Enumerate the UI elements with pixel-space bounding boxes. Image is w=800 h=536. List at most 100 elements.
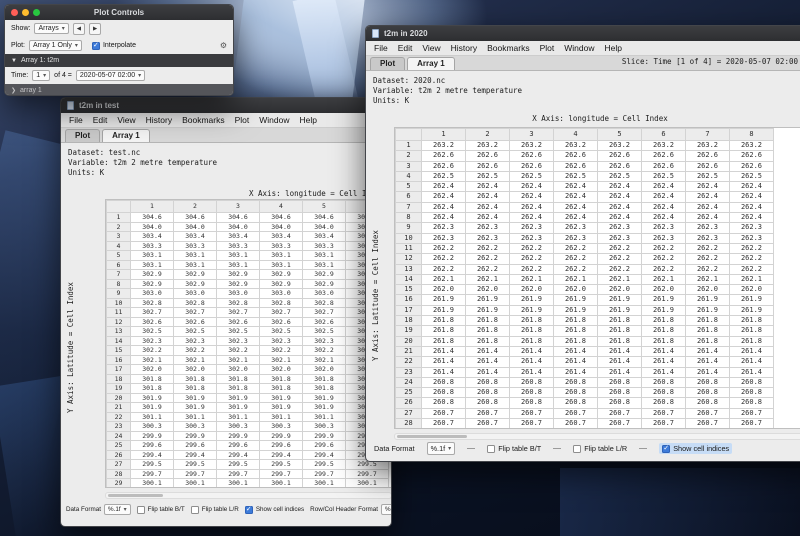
row-header[interactable]: 8	[107, 279, 131, 289]
cell[interactable]: 304.6	[260, 213, 303, 223]
row-header[interactable]: 6	[396, 192, 422, 202]
cell[interactable]: 262.4	[554, 213, 598, 223]
cell[interactable]: 261.8	[598, 336, 642, 346]
column-header[interactable]: 6	[642, 129, 686, 141]
cell[interactable]: 299.6	[217, 441, 260, 451]
row-header[interactable]: 14	[107, 336, 131, 346]
checkbox-unchecked[interactable]	[487, 445, 495, 453]
cell[interactable]: 261.9	[598, 295, 642, 305]
cell[interactable]: 302.7	[260, 308, 303, 318]
row-header[interactable]: 3	[107, 232, 131, 242]
cell[interactable]: 303.1	[303, 251, 346, 261]
cell[interactable]: 262.4	[510, 213, 554, 223]
cell[interactable]: 260.8	[554, 398, 598, 408]
cell[interactable]: 262.2	[466, 243, 510, 253]
cell[interactable]: 301.8	[131, 374, 174, 384]
cell[interactable]: 262.2	[598, 243, 642, 253]
cell[interactable]: 260.8	[686, 398, 730, 408]
row-header[interactable]: 21	[107, 403, 131, 413]
cell[interactable]: 261.4	[466, 357, 510, 367]
cell[interactable]: 303.1	[174, 260, 217, 270]
cell[interactable]: 301.8	[260, 374, 303, 384]
cell[interactable]: 261.9	[510, 305, 554, 315]
cell[interactable]: 302.6	[217, 317, 260, 327]
row-header[interactable]: 3	[396, 161, 422, 171]
cell[interactable]: 261.9	[422, 305, 466, 315]
cell[interactable]: 303.4	[174, 232, 217, 242]
row-header[interactable]: 9	[396, 223, 422, 233]
cell[interactable]: 262.2	[554, 243, 598, 253]
cell[interactable]: 261.8	[730, 326, 774, 336]
cell[interactable]: 301.8	[174, 384, 217, 394]
cell[interactable]: 260.8	[466, 398, 510, 408]
cell[interactable]: 303.3	[260, 241, 303, 251]
cell[interactable]: 301.9	[131, 393, 174, 403]
cell[interactable]: 262.2	[686, 264, 730, 274]
checkbox-checked[interactable]: ✓	[92, 42, 100, 50]
cell[interactable]: 302.1	[303, 355, 346, 365]
cell[interactable]: 262.4	[466, 192, 510, 202]
cell[interactable]: 303.1	[131, 251, 174, 261]
column-header[interactable]: 3	[510, 129, 554, 141]
cell[interactable]: 261.8	[642, 316, 686, 326]
cell[interactable]: 263.2	[554, 141, 598, 151]
cell[interactable]: 299.4	[260, 450, 303, 460]
cell[interactable]: 262.6	[554, 151, 598, 161]
cell[interactable]: 262.1	[598, 274, 642, 284]
cell[interactable]: 262.2	[510, 264, 554, 274]
cell[interactable]: 301.8	[174, 374, 217, 384]
cell[interactable]: 262.4	[598, 213, 642, 223]
cell[interactable]: 262.1	[730, 274, 774, 284]
cell[interactable]: 300.1	[260, 479, 303, 489]
cell[interactable]: 304.0	[131, 222, 174, 232]
cell[interactable]: 303.1	[174, 251, 217, 261]
cell[interactable]: 262.6	[642, 151, 686, 161]
cell[interactable]: 300.3	[260, 422, 303, 432]
row-header[interactable]: 4	[396, 171, 422, 181]
cell[interactable]: 303.4	[303, 232, 346, 242]
cell[interactable]: 261.8	[510, 316, 554, 326]
cell[interactable]: 261.9	[422, 295, 466, 305]
cell[interactable]: 302.6	[303, 317, 346, 327]
show-cell-indices-checkbox[interactable]: ✓ Show cell indices	[659, 443, 732, 454]
tab-plot[interactable]: Plot	[370, 57, 405, 70]
cell[interactable]: 301.1	[131, 412, 174, 422]
cell[interactable]: 303.1	[217, 260, 260, 270]
cell[interactable]: 303.3	[303, 241, 346, 251]
cell[interactable]: 262.3	[510, 223, 554, 233]
cell[interactable]: 303.3	[174, 241, 217, 251]
cell[interactable]: 260.7	[642, 419, 686, 429]
row-header[interactable]: 19	[107, 384, 131, 394]
cell[interactable]: 299.6	[303, 441, 346, 451]
row-header[interactable]: 7	[107, 270, 131, 280]
cell[interactable]: 302.1	[217, 355, 260, 365]
cell[interactable]: 262.4	[642, 192, 686, 202]
cell[interactable]: 262.6	[642, 161, 686, 171]
tab-array-1[interactable]: Array 1	[102, 129, 150, 142]
cell[interactable]: 302.5	[174, 327, 217, 337]
cell[interactable]: 261.9	[686, 305, 730, 315]
cell[interactable]: 260.8	[422, 377, 466, 387]
cell[interactable]: 303.1	[260, 251, 303, 261]
cell[interactable]: 262.4	[598, 202, 642, 212]
cell[interactable]: 261.8	[466, 316, 510, 326]
tab-array-1[interactable]: Array 1	[407, 57, 455, 70]
cell[interactable]: 262.1	[422, 274, 466, 284]
cell[interactable]: 302.9	[217, 279, 260, 289]
cell[interactable]: 260.8	[598, 388, 642, 398]
cell[interactable]: 261.8	[554, 326, 598, 336]
cell[interactable]: 299.7	[131, 469, 174, 479]
cell[interactable]: 262.3	[466, 233, 510, 243]
cell[interactable]: 262.2	[510, 254, 554, 264]
cell[interactable]: 262.0	[642, 285, 686, 295]
row-header[interactable]: 15	[396, 285, 422, 295]
row-header[interactable]: 5	[107, 251, 131, 261]
cell[interactable]: 263.2	[642, 141, 686, 151]
cell[interactable]: 261.9	[642, 295, 686, 305]
menu-window[interactable]: Window	[559, 43, 599, 53]
data-format-select[interactable]: %.1f ▾	[104, 504, 131, 515]
cell[interactable]: 302.5	[260, 327, 303, 337]
cell[interactable]: 299.9	[303, 431, 346, 441]
cell[interactable]: 262.3	[730, 233, 774, 243]
cell[interactable]: 261.9	[554, 305, 598, 315]
